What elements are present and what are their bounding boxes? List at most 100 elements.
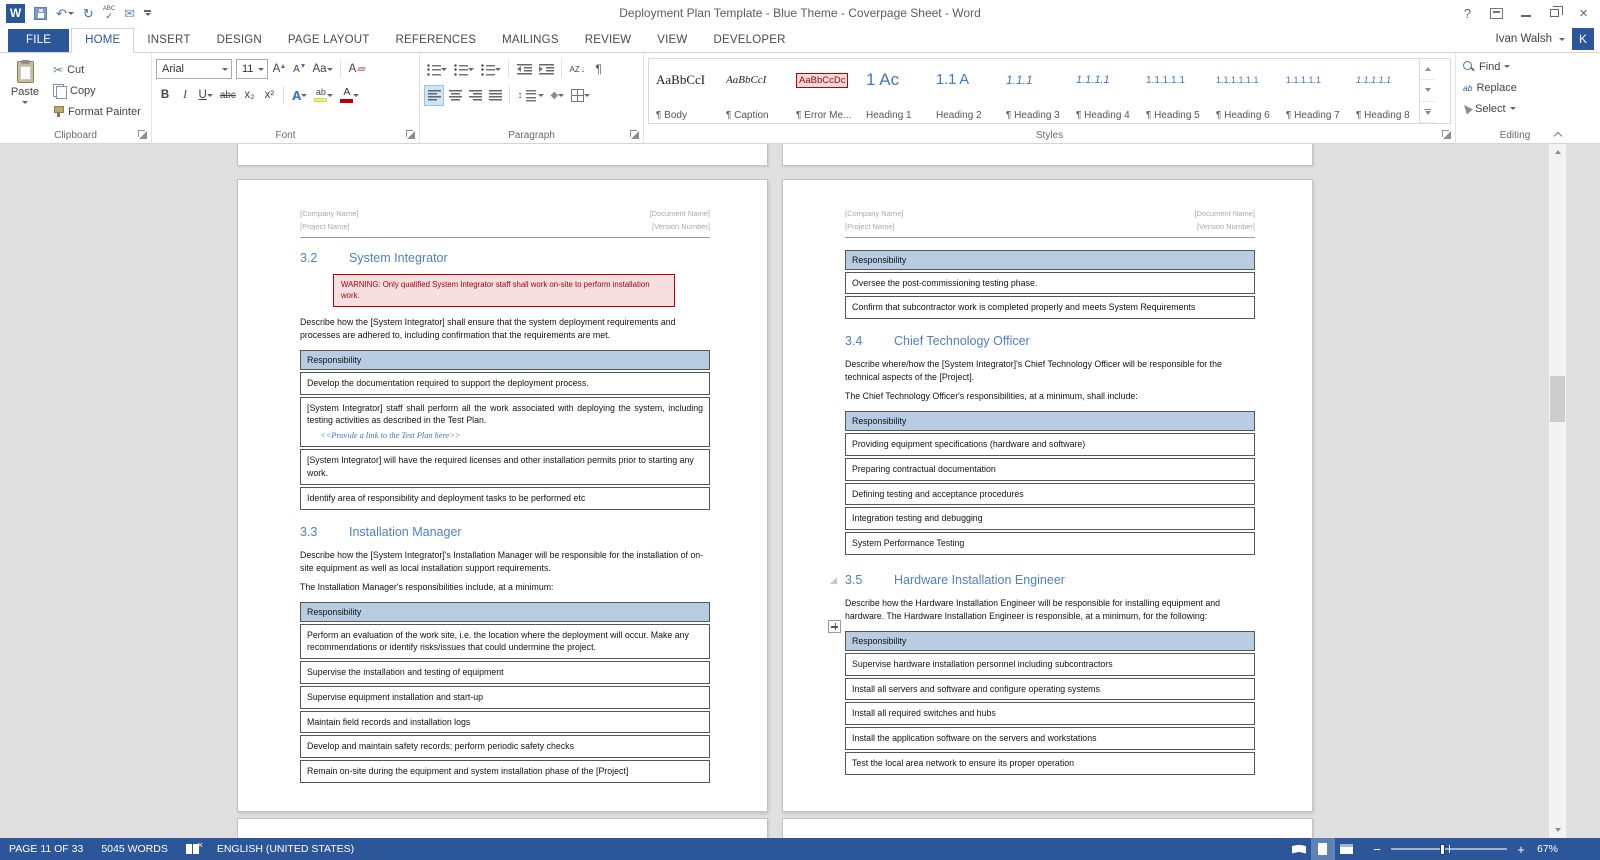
- tab-developer[interactable]: DEVELOPER: [700, 29, 798, 52]
- language-indicator[interactable]: ENGLISH (UNITED STATES): [208, 838, 363, 860]
- style-error-message[interactable]: AaBbCcDc¶ Error Me...: [789, 59, 859, 123]
- cut-button[interactable]: ✂Cut: [50, 59, 144, 80]
- clipboard-dialog-launcher[interactable]: [138, 130, 148, 140]
- font-color-button[interactable]: A: [338, 85, 362, 106]
- paragraph[interactable]: Describe where/how the [System Integrato…: [845, 358, 1255, 384]
- table-header-cell[interactable]: Responsibility: [845, 411, 1255, 431]
- copy-button[interactable]: Copy: [50, 80, 144, 101]
- restore-button[interactable]: [1540, 1, 1569, 25]
- highlight-button[interactable]: ab: [312, 85, 336, 106]
- style-heading-7[interactable]: 1.1.1.1.1¶ Heading 7: [1279, 59, 1349, 123]
- table-cell[interactable]: Defining testing and acceptance procedur…: [845, 483, 1255, 506]
- header-docname-field[interactable]: [Document Name]: [650, 208, 710, 221]
- table-cell[interactable]: Maintain field records and installation …: [300, 711, 710, 734]
- style-heading-8[interactable]: 1.1.1.1.1¶ Heading 8: [1349, 59, 1419, 123]
- print-layout-button[interactable]: [1311, 838, 1335, 860]
- shrink-font-button[interactable]: A: [290, 59, 308, 80]
- tab-insert[interactable]: INSERT: [134, 29, 203, 52]
- paragraph[interactable]: Describe how the [System Integrator]'s I…: [300, 549, 710, 575]
- styles-scroll-up-button[interactable]: [1420, 59, 1435, 80]
- strikethrough-button[interactable]: abc: [217, 85, 238, 106]
- style-heading-1[interactable]: 1 AcHeading 1: [859, 59, 929, 123]
- tab-page-layout[interactable]: PAGE LAYOUT: [275, 29, 383, 52]
- replace-button[interactable]: abReplace: [1460, 77, 1570, 98]
- styles-scroll-down-button[interactable]: [1420, 80, 1435, 101]
- table-move-handle[interactable]: [828, 620, 841, 633]
- table-cell[interactable]: Oversee the post-commissioning testing p…: [845, 272, 1255, 295]
- underline-button[interactable]: U: [196, 85, 215, 106]
- table-cell[interactable]: Preparing contractual documentation: [845, 458, 1255, 481]
- test-plan-link-note[interactable]: <<Provide a link to the Test Plan here>>: [307, 430, 703, 442]
- table-header-cell[interactable]: Responsibility: [845, 631, 1255, 651]
- table-cell[interactable]: Develop and maintain safety records; per…: [300, 735, 710, 758]
- style-heading-2[interactable]: 1.1 AHeading 2: [929, 59, 999, 123]
- account-area[interactable]: Ivan Walsh K: [1496, 28, 1594, 50]
- style-heading-3[interactable]: 1.1.1¶ Heading 3: [999, 59, 1069, 123]
- text-effects-button[interactable]: A: [289, 85, 309, 106]
- style-body[interactable]: AaBbCcI¶ Body: [649, 59, 719, 123]
- tab-home[interactable]: HOME: [71, 28, 134, 53]
- line-spacing-button[interactable]: ↕: [515, 85, 546, 106]
- paragraph-dialog-launcher[interactable]: [630, 130, 640, 140]
- find-button[interactable]: Find: [1460, 56, 1570, 77]
- align-left-button[interactable]: [424, 85, 444, 106]
- header-docname-field[interactable]: [Document Name]: [1195, 208, 1255, 221]
- redo-button[interactable]: ↻: [83, 7, 94, 20]
- table-cell[interactable]: Confirm that subcontractor work is compl…: [845, 296, 1255, 319]
- format-painter-button[interactable]: Format Painter: [50, 101, 144, 122]
- table-cell[interactable]: Install the application software on the …: [845, 727, 1255, 750]
- tab-file[interactable]: FILE: [8, 29, 69, 52]
- style-caption[interactable]: AaBbCcI¶ Caption: [719, 59, 789, 123]
- paragraph[interactable]: The Chief Technology Officer's responsib…: [845, 390, 1255, 403]
- table-cell[interactable]: Supervise the installation and testing o…: [300, 661, 710, 684]
- sort-button[interactable]: AZ↓: [567, 59, 588, 80]
- bullets-button[interactable]: [424, 59, 449, 80]
- clear-formatting-button[interactable]: A: [346, 59, 368, 80]
- zoom-slider[interactable]: [1391, 848, 1507, 850]
- table-cell[interactable]: Remain on-site during the equipment and …: [300, 760, 710, 783]
- collapse-ribbon-button[interactable]: [1554, 130, 1562, 138]
- increase-indent-button[interactable]: [536, 59, 556, 80]
- align-center-button[interactable]: [446, 85, 464, 106]
- table-cell[interactable]: System Performance Testing: [845, 532, 1255, 555]
- font-dialog-launcher[interactable]: [406, 130, 416, 140]
- email-button[interactable]: ✉: [124, 7, 135, 20]
- table-cell[interactable]: Install all servers and software and con…: [845, 678, 1255, 701]
- zoom-level-button[interactable]: 67%: [1537, 843, 1558, 855]
- multilevel-list-button[interactable]: [478, 59, 503, 80]
- shading-button[interactable]: ◆: [548, 85, 567, 106]
- align-right-button[interactable]: [466, 85, 484, 106]
- subscript-button[interactable]: x₂: [240, 85, 258, 106]
- outline-collapse-icon[interactable]: [830, 577, 837, 584]
- justify-button[interactable]: [486, 85, 504, 106]
- web-layout-button[interactable]: [1335, 838, 1359, 860]
- show-formatting-marks-button[interactable]: ¶: [590, 59, 608, 80]
- customize-qat-button[interactable]: [144, 10, 151, 16]
- table-cell[interactable]: Providing equipment specifications (hard…: [845, 433, 1255, 456]
- spelling-grammar-button[interactable]: ABC✓: [103, 6, 115, 21]
- grow-font-button[interactable]: A: [270, 59, 288, 80]
- scrollbar-thumb[interactable]: [1550, 376, 1565, 422]
- table-cell[interactable]: Install all required switches and hubs: [845, 702, 1255, 725]
- paste-button[interactable]: Paste: [4, 56, 46, 127]
- paragraph[interactable]: Describe how the [System Integrator] sha…: [300, 316, 710, 342]
- borders-button[interactable]: [569, 85, 593, 106]
- table-cell[interactable]: Integration testing and debugging: [845, 507, 1255, 530]
- header-company-field[interactable]: [Company Name]: [845, 208, 903, 221]
- style-heading-5[interactable]: 1.1.1.1.1¶ Heading 5: [1139, 59, 1209, 123]
- table-header-cell[interactable]: Responsibility: [300, 602, 710, 622]
- zoom-slider-thumb[interactable]: [1440, 844, 1445, 855]
- table-cell[interactable]: Supervise hardware installation personne…: [845, 653, 1255, 676]
- tab-design[interactable]: DESIGN: [204, 29, 275, 52]
- style-heading-4[interactable]: 1.1.1.1¶ Heading 4: [1069, 59, 1139, 123]
- decrease-indent-button[interactable]: [514, 59, 534, 80]
- scroll-up-button[interactable]: [1549, 144, 1566, 160]
- header-project-field[interactable]: [Project Name]: [845, 221, 903, 234]
- table-cell[interactable]: [System Integrator] will have the requir…: [300, 449, 710, 485]
- tab-mailings[interactable]: MAILINGS: [489, 29, 572, 52]
- avatar[interactable]: K: [1572, 28, 1594, 50]
- ribbon-display-options-button[interactable]: [1482, 1, 1511, 25]
- bold-button[interactable]: B: [156, 85, 174, 106]
- scroll-down-button[interactable]: [1549, 822, 1566, 838]
- undo-button[interactable]: ↶: [56, 7, 74, 20]
